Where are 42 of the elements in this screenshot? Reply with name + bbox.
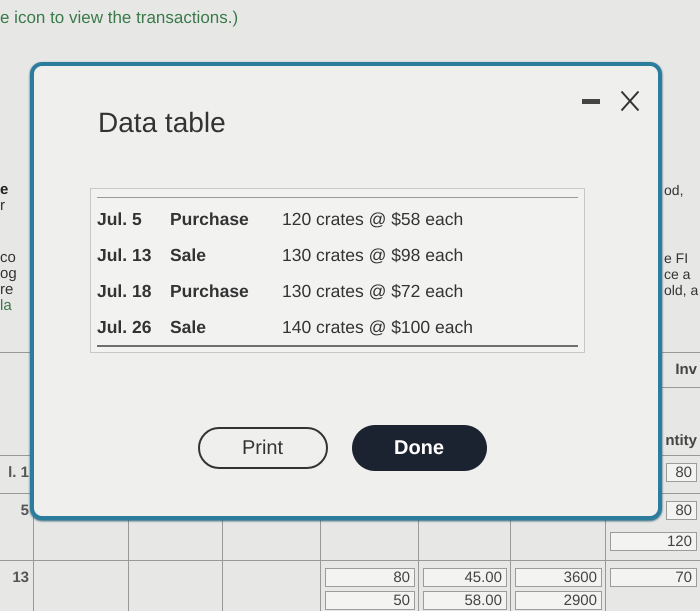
amount-field[interactable]: 3600: [515, 568, 602, 587]
transaction-date: Jul. 13: [97, 244, 152, 264]
transaction-type: Purchase: [170, 208, 249, 228]
text-fragment: old, a: [664, 282, 698, 298]
text-fragment: ce a: [664, 266, 690, 282]
row-date: 5: [20, 501, 29, 520]
column-header: Inv: [675, 361, 697, 379]
transaction-type: Purchase: [170, 280, 249, 300]
transaction-details: 140 crates @ $100 each: [282, 316, 473, 336]
text-fragment: co: [0, 250, 16, 266]
amount-field[interactable]: 80: [666, 463, 697, 482]
close-icon[interactable]: [620, 90, 640, 112]
amount-field[interactable]: 2900: [515, 591, 602, 610]
column-header: ntity: [665, 432, 697, 450]
transaction-type: Sale: [170, 316, 206, 336]
text-fragment: re: [0, 282, 14, 298]
transaction-details: 120 crates @ $58 each: [282, 208, 464, 228]
text-fragment: e FI: [664, 250, 688, 266]
transaction-date: Jul. 18: [97, 280, 152, 300]
text-fragment: od,: [664, 182, 684, 198]
transaction-date: Jul. 5: [97, 208, 142, 228]
link-fragment[interactable]: la: [0, 298, 12, 314]
transaction-details: 130 crates @ $98 each: [282, 244, 464, 264]
amount-field[interactable]: 120: [610, 532, 697, 551]
amount-field[interactable]: 50: [325, 591, 415, 610]
text-fragment: r: [0, 198, 5, 214]
transaction-type: Sale: [170, 244, 206, 264]
amount-field[interactable]: 58.00: [423, 591, 507, 610]
transaction-date: Jul. 26: [97, 316, 152, 336]
row-date: l. 1: [8, 463, 29, 482]
amount-field[interactable]: 45.00: [423, 568, 507, 587]
transaction-details: 130 crates @ $72 each: [282, 280, 464, 300]
dialog-title: Data table: [98, 106, 227, 140]
amount-field[interactable]: 80: [325, 568, 415, 587]
print-button[interactable]: Print: [198, 427, 328, 469]
done-button[interactable]: Done: [352, 425, 486, 471]
amount-field[interactable]: 80: [666, 501, 697, 520]
instruction-text: e icon to view the transactions.): [0, 7, 240, 28]
row-date: 13: [12, 568, 29, 587]
text-fragment: og: [0, 266, 17, 282]
heading-fragment: e: [0, 182, 8, 198]
amount-field[interactable]: 70: [610, 568, 697, 587]
